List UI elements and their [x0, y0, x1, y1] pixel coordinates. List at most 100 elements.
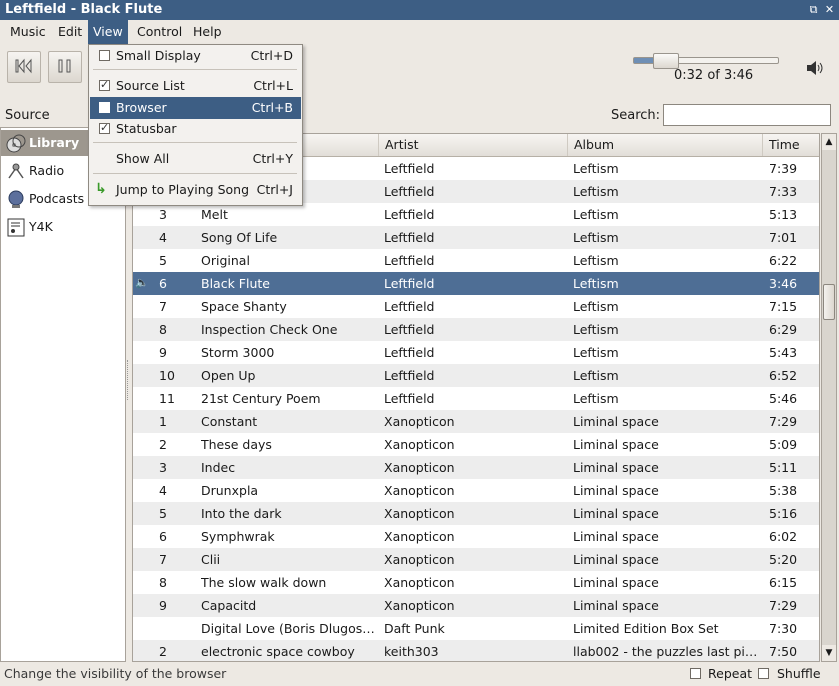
search-input[interactable]: [663, 104, 831, 126]
volume-icon[interactable]: [805, 59, 825, 77]
track-title: These days: [201, 437, 272, 452]
previous-button[interactable]: [7, 51, 41, 83]
menu-item-statusbar[interactable]: Statusbar: [90, 118, 301, 140]
track-album: Liminal space: [573, 460, 659, 475]
menu-item-accelerator: Ctrl+Y: [252, 151, 293, 166]
track-artist: Leftfield: [384, 184, 435, 199]
track-time: 5:46: [769, 391, 798, 406]
table-row[interactable]: 3 Indec Xanopticon Liminal space 5:11: [133, 456, 819, 479]
menu-item-browser[interactable]: Browser Ctrl+B: [90, 97, 301, 119]
time-label: 0:32 of 3:46: [674, 68, 754, 83]
table-row[interactable]: 8 The slow walk down Xanopticon Liminal spa…: [133, 571, 819, 594]
menu-control[interactable]: Control: [132, 20, 187, 44]
track-title: Symphwrak: [201, 529, 275, 544]
track-time: 5:09: [769, 437, 798, 452]
track-number: 4: [159, 483, 167, 498]
track-number: 9: [159, 598, 167, 613]
menu-separator: [93, 142, 297, 143]
table-row[interactable]: 11 21st Century Poem Leftfield Leftism 5:46: [133, 387, 819, 410]
track-title: 21st Century Poem: [201, 391, 321, 406]
maximize-icon[interactable]: ⧉: [807, 3, 820, 16]
track-artist: Xanopticon: [384, 575, 455, 590]
table-row[interactable]: 6 Symphwrak Xanopticon Liminal space 6:02: [133, 525, 819, 548]
shuffle-checkbox[interactable]: [758, 668, 769, 679]
seek-thumb[interactable]: [653, 53, 680, 69]
track-time: 7:29: [769, 414, 798, 429]
title-bar: Leftfield - Black Flute ⧉ ✕: [0, 0, 839, 20]
track-artist: Leftfield: [384, 253, 435, 268]
track-time: 3:46: [769, 276, 798, 291]
table-row[interactable]: 7 Clii Xanopticon Liminal space 5:20: [133, 548, 819, 571]
track-artist: Xanopticon: [384, 529, 455, 544]
menu-view[interactable]: View: [88, 20, 128, 44]
source-item-y4k[interactable]: Y4K: [1, 214, 125, 240]
menu-item-jump-to-playing-song[interactable]: ↳ Jump to Playing Song Ctrl+J: [90, 179, 301, 201]
track-artist: Leftfield: [384, 299, 435, 314]
table-row[interactable]: 3 Melt Leftfield Leftism 5:13: [133, 203, 819, 226]
menu-edit[interactable]: Edit: [53, 20, 87, 44]
track-title: Digital Love (Boris Dlugosh…: [201, 621, 379, 636]
menu-separator: [93, 69, 297, 70]
table-row[interactable]: 4 Song Of Life Leftfield Leftism 7:01: [133, 226, 819, 249]
column-artist[interactable]: Artist: [378, 134, 567, 156]
jump-icon: ↳: [95, 181, 107, 197]
table-row[interactable]: 9 Capacitd Xanopticon Liminal space 7:29: [133, 594, 819, 617]
pause-button[interactable]: [48, 51, 82, 83]
track-number: 3: [159, 207, 167, 222]
column-time[interactable]: Time: [762, 134, 819, 156]
repeat-label[interactable]: Repeat: [708, 666, 752, 681]
table-row[interactable]: Digital Love (Boris Dlugosh… Daft Punk Lim…: [133, 617, 819, 640]
pause-icon: [58, 59, 71, 73]
seek-slider[interactable]: [633, 53, 779, 69]
close-icon[interactable]: ✕: [823, 3, 836, 16]
track-number: 7: [159, 552, 167, 567]
scroll-down-icon[interactable]: ▼: [822, 645, 836, 661]
column-album[interactable]: Album: [567, 134, 762, 156]
table-row[interactable]: 10 Open Up Leftfield Leftism 6:52: [133, 364, 819, 387]
track-artist: Leftfield: [384, 368, 435, 383]
track-time: 6:29: [769, 322, 798, 337]
track-title: Black Flute: [201, 276, 270, 291]
track-album: Leftism: [573, 230, 619, 245]
table-row[interactable]: 4 Drunxpla Xanopticon Liminal space 5:38: [133, 479, 819, 502]
track-time: 6:52: [769, 368, 798, 383]
search-label: Search:: [611, 108, 661, 123]
song-list: Artist Album Time …ssureLeftfieldLeftism…: [132, 133, 820, 662]
shuffle-label[interactable]: Shuffle: [777, 666, 821, 681]
library-icon: [6, 134, 26, 153]
repeat-checkbox[interactable]: [690, 668, 701, 679]
track-album: Leftism: [573, 345, 619, 360]
track-time: 6:22: [769, 253, 798, 268]
track-number: 2: [159, 437, 167, 452]
menu-item-source-list[interactable]: Source List Ctrl+L: [90, 75, 301, 97]
track-time: 5:38: [769, 483, 798, 498]
scroll-up-icon[interactable]: ▲: [822, 134, 836, 150]
track-number: 8: [159, 322, 167, 337]
menu-item-small-display[interactable]: Small Display Ctrl+D: [90, 45, 301, 67]
table-row[interactable]: 8 Inspection Check One Leftfield Leftism 6:2…: [133, 318, 819, 341]
track-title: Clii: [201, 552, 221, 567]
scrollbar-thumb[interactable]: [823, 284, 835, 320]
table-row[interactable]: 9 Storm 3000 Leftfield Leftism 5:43: [133, 341, 819, 364]
track-artist: Xanopticon: [384, 552, 455, 567]
table-row[interactable]: 2 electronic space cowboy keith303 llab002 …: [133, 640, 819, 661]
table-row-playing[interactable]: 🔈 6 Black Flute Leftfield Leftism 3:46: [133, 272, 819, 295]
menu-item-show-all[interactable]: Show All Ctrl+Y: [90, 148, 301, 170]
table-row[interactable]: 2 These days Xanopticon Liminal space 5:09: [133, 433, 819, 456]
track-album: llab002 - the puzzles last pie…: [573, 644, 761, 659]
table-row[interactable]: 5 Into the dark Xanopticon Liminal space 5:1…: [133, 502, 819, 525]
vertical-scrollbar[interactable]: ▲ ▼: [821, 133, 837, 662]
menu-item-accelerator: Ctrl+J: [256, 182, 293, 197]
table-row[interactable]: 5 Original Leftfield Leftism 6:22: [133, 249, 819, 272]
track-time: 7:33: [769, 184, 798, 199]
menu-help[interactable]: Help: [188, 20, 227, 44]
track-number: 8: [159, 575, 167, 590]
track-title: Into the dark: [201, 506, 282, 521]
track-number: 5: [159, 506, 167, 521]
table-row[interactable]: 1 Constant Xanopticon Liminal space 7:29: [133, 410, 819, 433]
table-row[interactable]: 7 Space Shanty Leftfield Leftism 7:15: [133, 295, 819, 318]
track-title: The slow walk down: [201, 575, 327, 590]
track-artist: Xanopticon: [384, 506, 455, 521]
menu-music[interactable]: Music: [5, 20, 51, 44]
track-artist: Leftfield: [384, 161, 435, 176]
